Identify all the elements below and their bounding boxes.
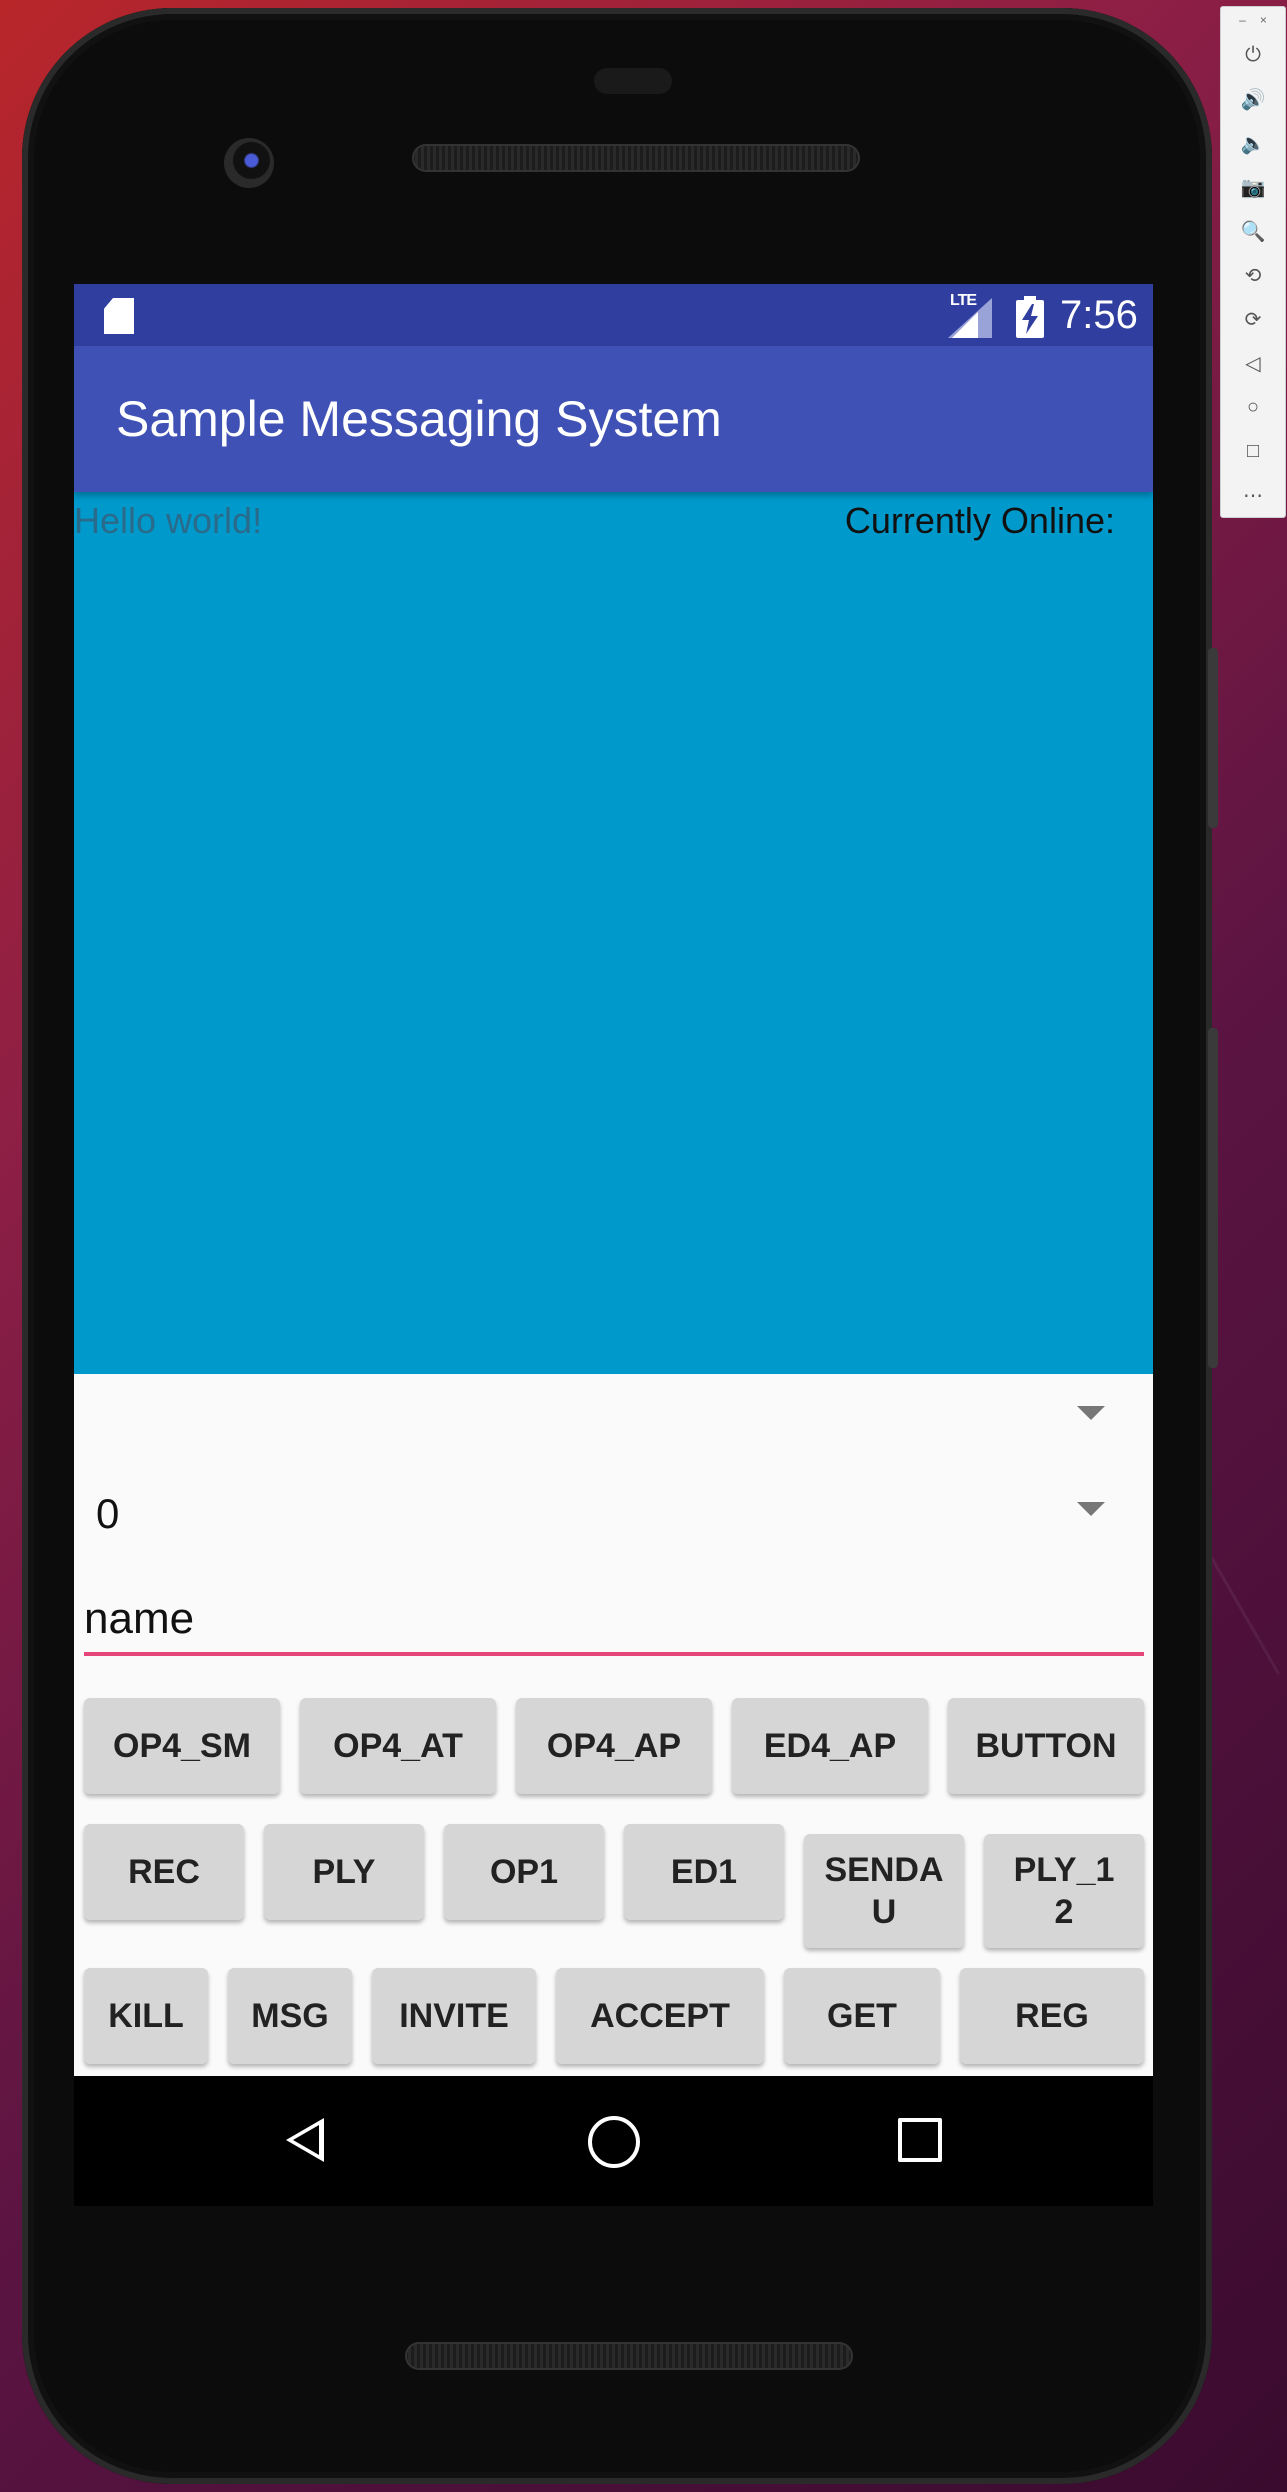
send-au-button[interactable]: SENDA U [804,1834,964,1948]
dropdown-arrow-icon [1077,1502,1105,1516]
invite-button[interactable]: INVITE [372,1968,536,2064]
nav-recents-icon[interactable] [898,2118,942,2162]
back-icon[interactable]: ◁ [1221,345,1285,381]
status-time: 7:56 [1060,293,1138,337]
kill-button[interactable]: KILL [84,1968,208,2064]
name-field[interactable] [84,1586,1144,1656]
navigation-bar [74,2076,1153,2206]
rotate-right-icon[interactable]: ⟳ [1221,301,1285,337]
op1-button[interactable]: OP1 [444,1824,604,1920]
button-button[interactable]: BUTTON [948,1698,1144,1794]
spinner-value: 0 [96,1490,120,1537]
minimize-button[interactable]: – [1239,13,1246,27]
hello-text: Hello world! [74,500,263,541]
volume-down-icon[interactable]: 🔈 [1221,125,1285,161]
power-icon[interactable]: ⏻ [1221,37,1285,73]
get-button[interactable]: GET [784,1968,940,2064]
overview-icon[interactable]: □ [1221,433,1285,469]
volume-up-icon[interactable]: 🔊 [1221,81,1285,117]
rotate-left-icon[interactable]: ⟲ [1221,257,1285,293]
ply-12-button[interactable]: PLY_1 2 [984,1834,1144,1948]
more-icon[interactable]: ⋯ [1221,477,1285,513]
ed4-ap-button[interactable]: ED4_AP [732,1698,928,1794]
op4-ap-button[interactable]: OP4_AP [516,1698,712,1794]
msg-button[interactable]: MSG [228,1968,352,2064]
window-controls: – × [1221,13,1285,27]
volume-side-button [1208,1028,1218,1368]
reg-button[interactable]: REG [960,1968,1144,2064]
rec-button[interactable]: REC [84,1824,244,1920]
zoom-icon[interactable]: 🔍 [1221,213,1285,249]
online-label: Currently Online: [844,500,1115,541]
signal-icon [948,298,992,338]
earpiece-speaker [412,144,860,172]
number-spinner[interactable]: 0 [74,1468,1153,1558]
ply-button[interactable]: PLY [264,1824,424,1920]
recipient-spinner[interactable] [74,1376,1153,1466]
device-screen: LTE 7:56 Sample Messaging System Hello w… [74,284,1153,2076]
ed1-button[interactable]: ED1 [624,1824,784,1920]
close-window-button[interactable]: × [1260,13,1267,27]
op4-at-button[interactable]: OP4_AT [300,1698,496,1794]
nav-home-icon[interactable] [588,2116,640,2168]
home-icon[interactable]: ○ [1221,389,1285,425]
app-title: Sample Messaging System [116,391,722,447]
battery-charging-icon [1016,296,1044,338]
message-area: Hello world! Currently Online: [74,492,1153,1374]
camera-icon[interactable]: 📷 [1221,169,1285,205]
proximity-sensor [594,68,672,94]
accept-button[interactable]: ACCEPT [556,1968,764,2064]
emulator-toolbar: – × ⏻ 🔊 🔈 📷 🔍 ⟲ ⟳ ◁ ○ □ ⋯ [1220,6,1286,518]
bottom-speaker [405,2342,853,2370]
status-bar: LTE 7:56 [74,284,1153,346]
sd-card-icon [104,298,134,334]
dropdown-arrow-icon [1077,1406,1105,1420]
app-bar: Sample Messaging System [74,346,1153,492]
op4-sm-button[interactable]: OP4_SM [84,1698,280,1794]
power-side-button [1208,648,1218,828]
front-camera [224,138,274,188]
